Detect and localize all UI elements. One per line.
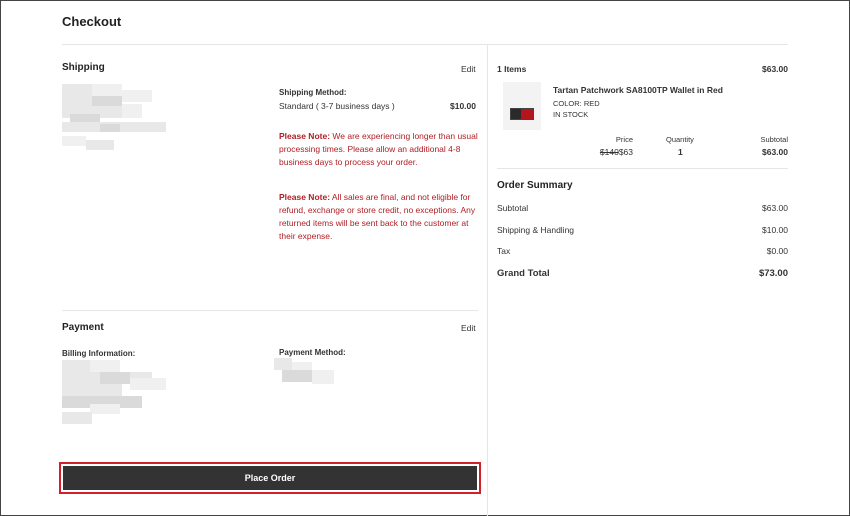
- cart-items-total: $63.00: [762, 64, 788, 74]
- summary-shipping-label: Shipping & Handling: [497, 225, 575, 235]
- payment-method-label: Payment Method:: [279, 348, 346, 357]
- price-label: Price: [615, 135, 633, 144]
- summary-subtotal-label: Subtotal: [497, 203, 529, 213]
- column-divider: [487, 44, 488, 516]
- place-order-highlight: Place Order: [59, 462, 481, 494]
- billing-info-label: Billing Information:: [62, 349, 136, 358]
- header-divider: [62, 44, 788, 45]
- shipping-method-label: Shipping Method:: [279, 88, 347, 97]
- item-quantity: 1: [678, 147, 683, 157]
- shipping-method-price: $10.00: [450, 101, 476, 111]
- payment-edit-link[interactable]: Edit: [461, 323, 476, 333]
- payment-title: Payment: [62, 322, 104, 333]
- shipping-method-value: Standard ( 3-7 business days ): [279, 101, 395, 111]
- page-title: Checkout: [62, 14, 122, 29]
- grand-total-label: Grand Total: [497, 268, 550, 279]
- item-subtotal: $63.00: [762, 147, 788, 157]
- subtotal-label: Subtotal: [760, 135, 788, 144]
- product-stock: IN STOCK: [553, 110, 589, 119]
- page-frame: [0, 0, 850, 516]
- wallet-image: [510, 108, 534, 120]
- item-price: $140$63: [599, 147, 633, 157]
- payment-divider: [62, 310, 478, 311]
- place-order-button[interactable]: Place Order: [63, 466, 477, 490]
- summary-subtotal-value: $63.00: [762, 203, 788, 213]
- cart-items-count: 1 Items: [497, 64, 527, 74]
- summary-tax-value: $0.00: [766, 246, 788, 256]
- product-name[interactable]: Tartan Patchwork SA8100TP Wallet in Red: [553, 85, 723, 95]
- summary-tax-label: Tax: [497, 246, 511, 256]
- product-color: COLOR: RED: [553, 99, 600, 108]
- quantity-label: Quantity: [666, 135, 694, 144]
- cart-divider: [497, 168, 788, 169]
- processing-note: Please Note: We are experiencing longer …: [279, 131, 478, 167]
- final-sale-note: Please Note: All sales are final, and no…: [279, 192, 476, 241]
- shipping-title: Shipping: [62, 62, 105, 73]
- order-summary-title: Order Summary: [497, 180, 573, 191]
- summary-shipping-value: $10.00: [762, 225, 788, 235]
- grand-total-value: $73.00: [758, 268, 788, 279]
- shipping-edit-link[interactable]: Edit: [461, 64, 476, 74]
- product-thumbnail[interactable]: [503, 82, 541, 130]
